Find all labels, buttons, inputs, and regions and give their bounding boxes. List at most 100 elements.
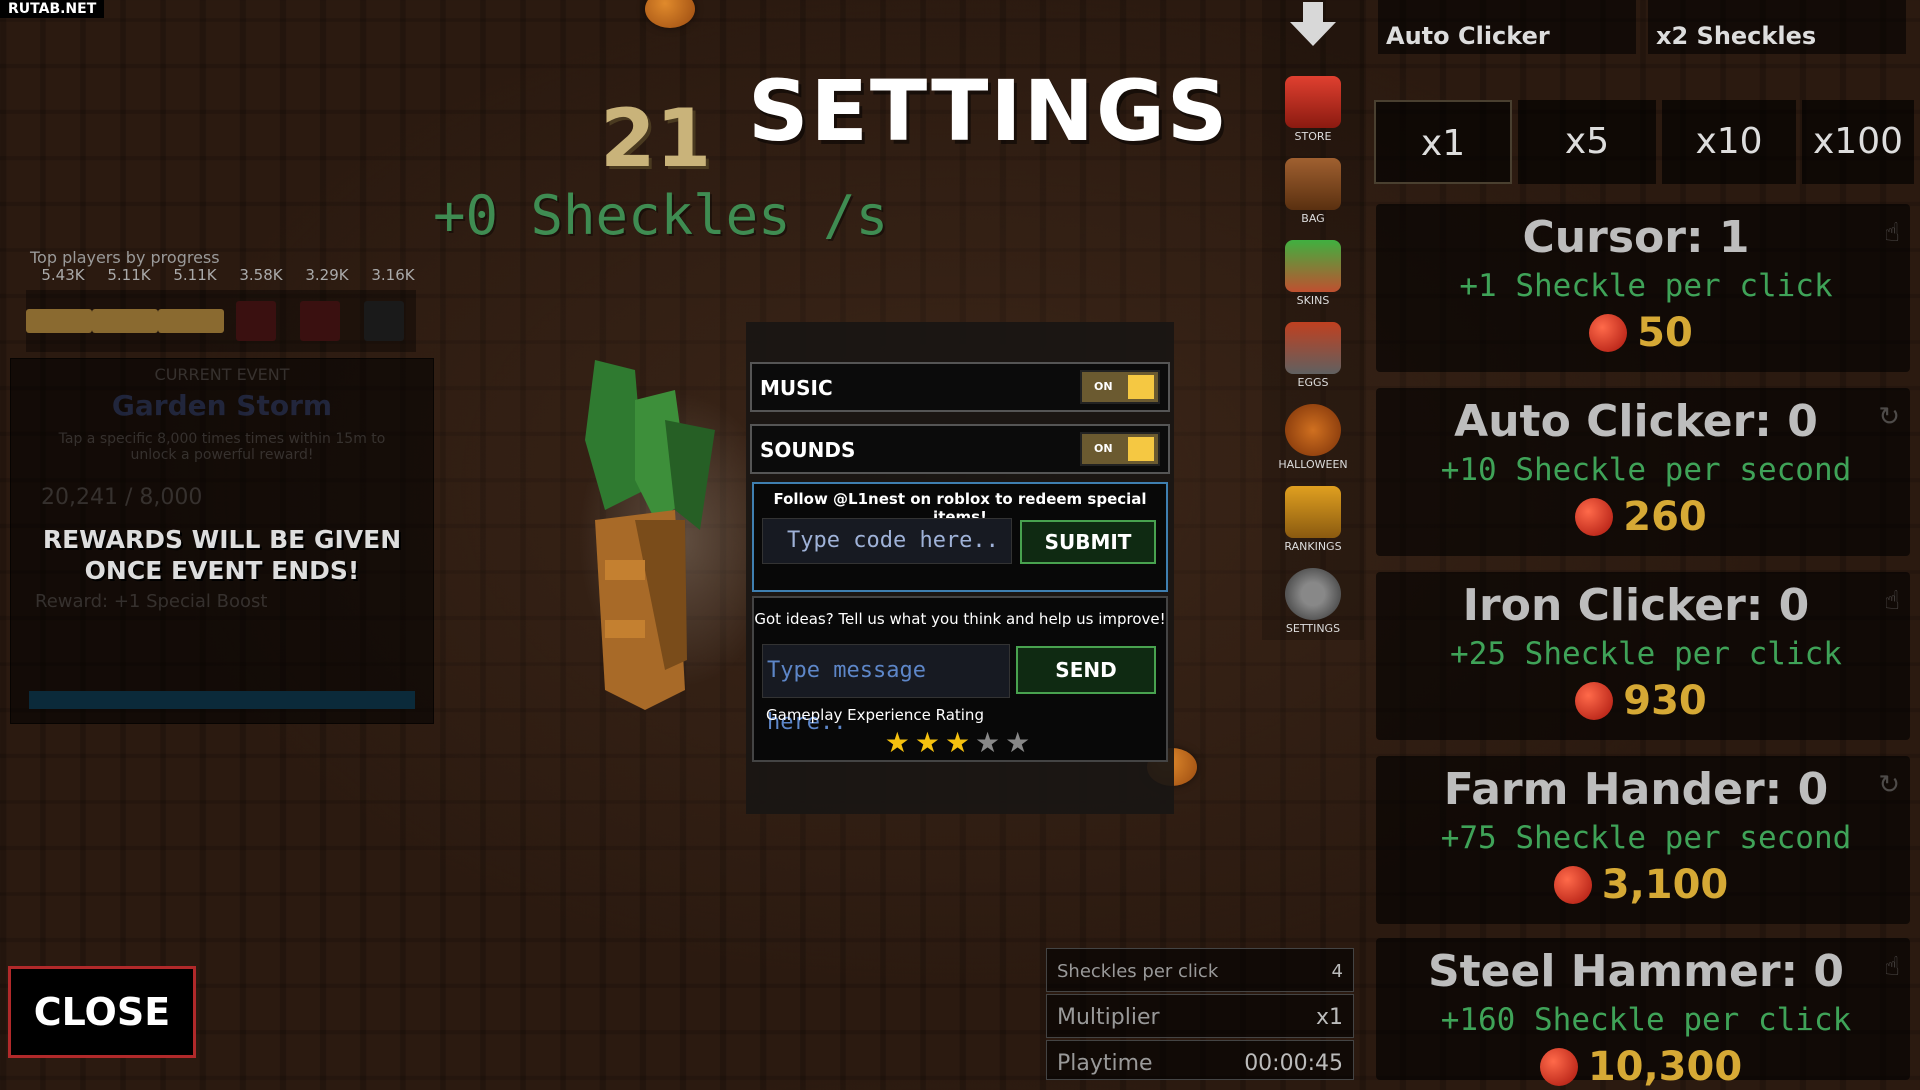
menu-eggs[interactable]: EGGS (1262, 318, 1364, 398)
arrow-down-button[interactable] (1262, 0, 1364, 80)
item-name: Steel Hammer: 0 (1427, 946, 1845, 997)
toggle-knob (1128, 437, 1154, 461)
shop-item[interactable]: Iron Clicker: 0 +25 Sheckle per click 93… (1376, 572, 1910, 740)
bag-icon (1285, 158, 1341, 210)
menu-label: HALLOWEEN (1278, 458, 1348, 471)
menu-settings[interactable]: SETTINGS (1262, 564, 1364, 644)
menu-label: RANKINGS (1284, 540, 1342, 553)
sounds-toggle[interactable]: ON (1080, 432, 1160, 466)
watermark: RUTAB.NET (0, 0, 105, 18)
leaderboard-value: 5.43K (41, 266, 85, 284)
star-rating[interactable]: ★★★★★ (754, 726, 1166, 759)
auto-clicker-label: Auto Clicker (1386, 22, 1550, 50)
apple-icon (1575, 682, 1614, 720)
trophy-icon (1285, 486, 1341, 538)
event-message: REWARDS WILL BE GIVEN ONCE EVENT ENDS! (42, 525, 402, 585)
stat-per-click: Sheckles per click 4 (1046, 948, 1354, 992)
shop-item[interactable]: Steel Hammer: 0 +160 Sheckle per click 1… (1376, 938, 1910, 1090)
menu-bag[interactable]: BAG (1262, 154, 1364, 234)
code-input[interactable]: Type code here.. (762, 518, 1012, 564)
settings-panel: MUSIC ON SOUNDS ON Follow @L1nest on rob… (746, 322, 1174, 814)
menu-label: EGGS (1297, 376, 1329, 389)
feedback-box: Got ideas? Tell us what you think and he… (752, 596, 1168, 762)
item-description: +10 Sheckle per second (1440, 452, 1852, 488)
event-progress: 20,241 / 8,000 (41, 485, 203, 510)
music-toggle[interactable]: ON (1080, 370, 1160, 404)
rating-label: Gameplay Experience Rating (766, 706, 984, 724)
submit-button[interactable]: SUBMIT (1020, 520, 1156, 564)
menu-label: STORE (1294, 130, 1332, 143)
hand-icon: ☝ (1884, 952, 1900, 982)
item-description: +75 Sheckle per second (1440, 820, 1852, 856)
pumpkin-decoration (645, 0, 695, 28)
x2-sheckles-label: x2 Sheckles (1656, 22, 1817, 50)
item-cost: 50 (1376, 310, 1906, 356)
music-row: MUSIC ON (750, 362, 1170, 412)
star-icon[interactable]: ★ (975, 726, 1005, 759)
event-name: Garden Storm (111, 389, 333, 422)
shop-item[interactable]: Cursor: 1 +1 Sheckle per click 50 ☝ (1376, 204, 1910, 372)
item-cost: 260 (1376, 494, 1906, 540)
apple-icon (1553, 866, 1592, 904)
menu-store[interactable]: STORE (1262, 72, 1364, 152)
toggle-state: ON (1094, 442, 1113, 455)
apple-icon (1575, 498, 1614, 536)
item-cost: 930 (1376, 678, 1906, 724)
carrot-character (585, 360, 715, 710)
stat-multiplier: Multiplier x1 (1046, 994, 1354, 1038)
multiplier-x1[interactable]: x1 (1374, 100, 1512, 184)
item-cost: 10,300 (1376, 1044, 1906, 1090)
event-header: CURRENT EVENT (154, 365, 290, 384)
skins-icon (1285, 240, 1341, 292)
leaderboard-title: Top players by progress (30, 248, 220, 267)
refresh-icon: ↻ (1878, 770, 1900, 800)
star-icon[interactable]: ★ (885, 726, 915, 759)
side-menu: STORE BAG SKINS EGGS HALLOWEEN RANKINGS … (1262, 0, 1364, 640)
multiplier-x100[interactable]: x100 (1802, 100, 1914, 184)
menu-rankings[interactable]: RANKINGS (1262, 482, 1364, 562)
message-input[interactable]: Type message here.. (762, 644, 1010, 735)
menu-skins[interactable]: SKINS (1262, 236, 1364, 316)
event-progress-bar (29, 691, 415, 709)
multiplier-x10[interactable]: x10 (1662, 100, 1796, 184)
stat-value: x1 (1315, 1005, 1343, 1030)
star-icon[interactable]: ★ (915, 726, 945, 759)
stat-label: Multiplier (1057, 1005, 1160, 1030)
sheckles-rate: +0 Sheckles /s (433, 184, 889, 247)
star-icon[interactable]: ★ (945, 726, 975, 759)
auto-clicker-button[interactable]: Auto Clicker (1378, 0, 1636, 54)
send-button[interactable]: SEND (1016, 646, 1156, 694)
basket-icon (1285, 76, 1341, 128)
player-avatar (92, 309, 158, 333)
sheckle-counter: 21 (600, 92, 712, 185)
page-title: SETTINGS (748, 62, 1230, 160)
player-avatar (236, 301, 276, 341)
menu-halloween[interactable]: HALLOWEEN (1262, 400, 1364, 480)
sounds-label: SOUNDS (760, 438, 856, 462)
menu-label: SKINS (1296, 294, 1330, 307)
star-icon[interactable]: ★ (1005, 726, 1035, 759)
close-button[interactable]: CLOSE (8, 966, 196, 1058)
item-name: Auto Clicker: 0 (1454, 396, 1818, 447)
eggs-icon (1285, 322, 1341, 374)
item-cost: 3,100 (1376, 862, 1906, 908)
x2-sheckles-button[interactable]: x2 Sheckles (1648, 0, 1906, 54)
hand-icon: ☝ (1884, 586, 1900, 616)
menu-label: BAG (1301, 212, 1325, 225)
item-description: +160 Sheckle per click (1440, 1002, 1852, 1038)
toggle-state: ON (1094, 380, 1113, 393)
arrow-down-icon (1290, 2, 1336, 46)
player-avatar (26, 309, 92, 333)
redeem-code-box: Follow @L1nest on roblox to redeem speci… (752, 482, 1168, 592)
refresh-icon: ↻ (1878, 402, 1900, 432)
shop-item[interactable]: Auto Clicker: 0 +10 Sheckle per second 2… (1376, 388, 1910, 556)
stat-value: 00:00:45 (1244, 1051, 1343, 1076)
multiplier-x5[interactable]: x5 (1518, 100, 1656, 184)
stat-label: Playtime (1057, 1051, 1153, 1076)
event-panel: CURRENT EVENT Garden Storm Tap a specifi… (10, 358, 434, 724)
item-name: Iron Clicker: 0 (1462, 580, 1810, 631)
item-description: +1 Sheckle per click (1459, 268, 1833, 304)
player-avatar (158, 309, 224, 333)
leaderboard-values: 5.43K 5.11K 5.11K 3.58K 3.29K 3.16K (30, 266, 430, 284)
shop-item[interactable]: Farm Hander: 0 +75 Sheckle per second 3,… (1376, 756, 1910, 924)
